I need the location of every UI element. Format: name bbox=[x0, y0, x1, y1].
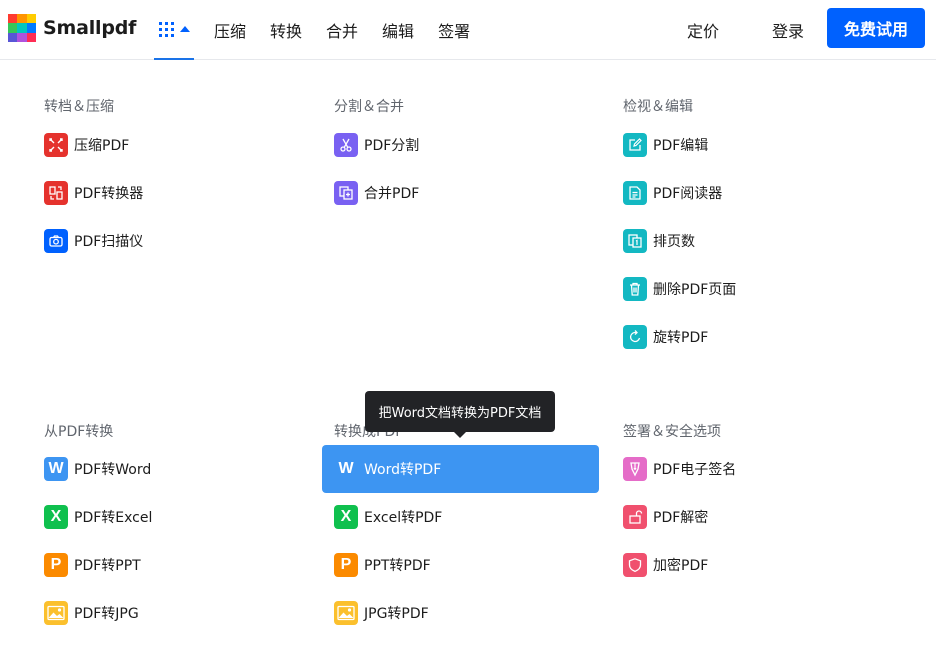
section-title-convert-compress: 转档＆压缩 bbox=[44, 99, 114, 115]
tool-excel-to-pdf[interactable]: X Excel转PDF bbox=[322, 493, 599, 541]
section-title-view-edit: 检视＆编辑 bbox=[623, 99, 693, 115]
tool-label: PPT转PDF bbox=[364, 558, 431, 574]
tool-pdf-to-word[interactable]: W PDF转Word bbox=[32, 445, 309, 493]
tool-word-to-pdf[interactable]: W Word转PDF bbox=[322, 445, 599, 493]
tool-label: Word转PDF bbox=[364, 462, 442, 478]
nav-edit[interactable]: 编辑 bbox=[382, 18, 414, 42]
tool-label: 删除PDF页面 bbox=[653, 282, 737, 298]
tool-protect-pdf[interactable]: 加密PDF bbox=[611, 541, 888, 589]
login-link[interactable]: 登录 bbox=[772, 18, 804, 42]
ppt-icon: P bbox=[334, 553, 358, 577]
tool-merge-pdf[interactable]: 合并PDF bbox=[322, 169, 599, 217]
tool-label: PDF编辑 bbox=[653, 138, 709, 154]
tool-pdf-to-excel[interactable]: X PDF转Excel bbox=[32, 493, 309, 541]
tool-label: 排页数 bbox=[653, 234, 695, 250]
camera-icon bbox=[44, 229, 68, 253]
tool-label: 旋转PDF bbox=[653, 330, 709, 346]
tool-label: PDF解密 bbox=[653, 510, 709, 526]
tool-jpg-to-pdf[interactable]: JPG转PDF bbox=[322, 589, 599, 637]
free-trial-button[interactable]: 免费试用 bbox=[827, 8, 925, 48]
tool-pdf-to-jpg[interactable]: PDF转JPG bbox=[32, 589, 309, 637]
section-title-from-pdf: 从PDF转换 bbox=[44, 424, 114, 440]
trash-icon bbox=[623, 277, 647, 301]
edit-icon bbox=[623, 133, 647, 157]
tool-label: PDF转Excel bbox=[74, 510, 153, 526]
tooltip: 把Word文档转换为PDF文档 bbox=[365, 391, 555, 438]
tool-page-numbers[interactable]: 排页数 bbox=[611, 217, 888, 265]
tool-label: PDF转JPG bbox=[74, 606, 139, 622]
apps-menu-button[interactable] bbox=[154, 0, 194, 60]
nav-convert[interactable]: 转换 bbox=[270, 18, 302, 42]
rotate-icon bbox=[623, 325, 647, 349]
grid-icon bbox=[158, 21, 174, 37]
main-nav: 压缩 转换 合并 编辑 签署 bbox=[214, 0, 494, 60]
compress-icon bbox=[44, 133, 68, 157]
tool-label: Excel转PDF bbox=[364, 510, 443, 526]
tool-label: PDF阅读器 bbox=[653, 186, 723, 202]
tool-split-pdf[interactable]: PDF分割 bbox=[322, 121, 599, 169]
excel-icon: X bbox=[334, 505, 358, 529]
nav-sign[interactable]: 签署 bbox=[438, 18, 470, 42]
nav-merge[interactable]: 合并 bbox=[326, 18, 358, 42]
tool-label: JPG转PDF bbox=[364, 606, 429, 622]
section-title-sign-security: 签署＆安全选项 bbox=[623, 424, 721, 440]
top-header: Smallpdf 压缩 转换 合并 编辑 签署 定价 登录 免费试用 bbox=[0, 0, 936, 60]
tool-label: PDF分割 bbox=[364, 138, 420, 154]
tool-pdf-to-ppt[interactable]: P PDF转PPT bbox=[32, 541, 309, 589]
convert-icon bbox=[44, 181, 68, 205]
shield-icon bbox=[623, 553, 647, 577]
sign-icon bbox=[623, 457, 647, 481]
tool-label: PDF扫描仪 bbox=[74, 234, 144, 250]
merge-icon bbox=[334, 181, 358, 205]
logo[interactable]: Smallpdf bbox=[8, 14, 136, 42]
tool-ppt-to-pdf[interactable]: P PPT转PDF bbox=[322, 541, 599, 589]
tool-unlock-pdf[interactable]: PDF解密 bbox=[611, 493, 888, 541]
tool-label: 加密PDF bbox=[653, 558, 709, 574]
section-title-split-merge: 分割＆合并 bbox=[334, 99, 404, 115]
word-icon: W bbox=[44, 457, 68, 481]
tool-rotate-pdf[interactable]: 旋转PDF bbox=[611, 313, 888, 361]
jpg-icon bbox=[44, 601, 68, 625]
tool-pdf-reader[interactable]: PDF阅读器 bbox=[611, 169, 888, 217]
caret-up-icon bbox=[179, 26, 190, 32]
tool-pdf-converter[interactable]: PDF转换器 bbox=[32, 169, 309, 217]
tool-label: PDF转Word bbox=[74, 462, 152, 478]
ppt-icon: P bbox=[44, 553, 68, 577]
tool-edit-pdf[interactable]: PDF编辑 bbox=[611, 121, 888, 169]
tool-delete-pages[interactable]: 删除PDF页面 bbox=[611, 265, 888, 313]
tool-esign-pdf[interactable]: PDF电子签名 bbox=[611, 445, 888, 493]
nav-compress[interactable]: 压缩 bbox=[214, 18, 246, 42]
scissors-icon bbox=[334, 133, 358, 157]
pricing-link[interactable]: 定价 bbox=[687, 18, 719, 42]
word-icon: W bbox=[338, 460, 354, 477]
tool-label: PDF电子签名 bbox=[653, 462, 737, 478]
unlock-icon bbox=[623, 505, 647, 529]
tool-label: PDF转换器 bbox=[74, 186, 144, 202]
tool-compress-pdf[interactable]: 压缩PDF bbox=[32, 121, 309, 169]
reader-icon bbox=[623, 181, 647, 205]
logo-mark-icon bbox=[8, 14, 36, 42]
page-number-icon bbox=[623, 229, 647, 253]
tool-pdf-scanner[interactable]: PDF扫描仪 bbox=[32, 217, 309, 265]
tool-label: 合并PDF bbox=[364, 186, 420, 202]
excel-icon: X bbox=[44, 505, 68, 529]
jpg-icon bbox=[334, 601, 358, 625]
brand-name: Smallpdf bbox=[43, 17, 137, 39]
tool-label: PDF转PPT bbox=[74, 558, 141, 574]
tool-label: 压缩PDF bbox=[74, 138, 130, 154]
